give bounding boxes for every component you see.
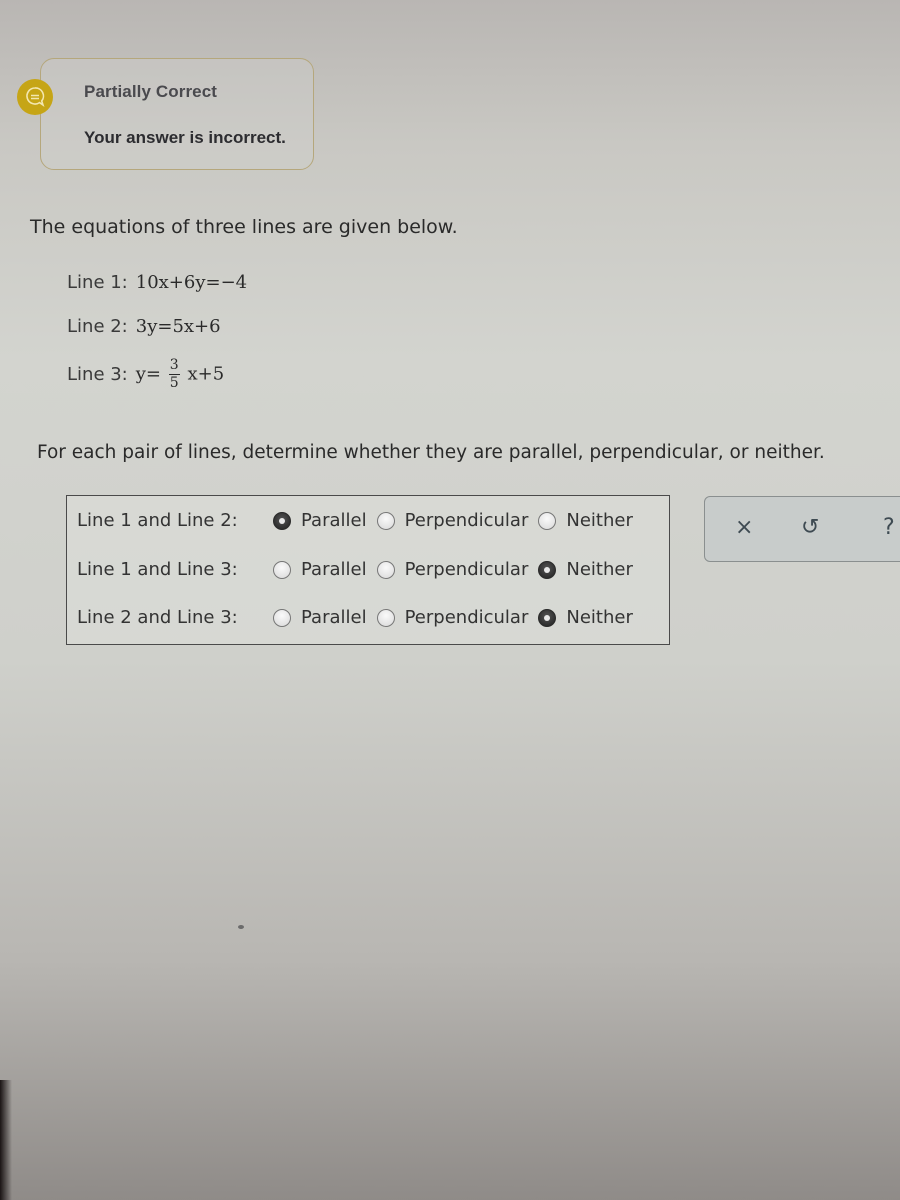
pair-label: Line 1 and Line 3: — [77, 559, 238, 580]
answer-tools: × ↺ ? — [704, 496, 900, 562]
radio-unselected[interactable] — [376, 511, 395, 530]
radio-unselected[interactable] — [376, 608, 395, 627]
pair-label: Line 2 and Line 3: — [77, 607, 238, 628]
option-parallel[interactable]: Parallel — [273, 559, 367, 580]
screen-smudge — [238, 925, 244, 929]
speech-bubble-icon — [17, 79, 53, 115]
option-label: Neither — [566, 559, 633, 580]
line-1-equation: Line 1: 10x+6y=−4 — [67, 272, 247, 293]
pair-row-1-3: Line 1 and Line 3: Parallel Perpendicular… — [77, 559, 643, 580]
option-label: Perpendicular — [404, 559, 529, 580]
radio-unselected[interactable] — [273, 608, 291, 627]
equation-lhs: y= — [135, 363, 162, 385]
option-parallel[interactable]: Parallel — [273, 510, 367, 531]
feedback-message: Your answer is incorrect. — [84, 128, 286, 147]
radio-unselected[interactable] — [273, 560, 291, 579]
radio-unselected[interactable] — [376, 560, 395, 579]
undo-button[interactable]: ↺ — [801, 515, 819, 541]
radio-unselected[interactable] — [538, 511, 557, 530]
equation: 10x+6y=−4 — [135, 272, 248, 293]
equation-rhs: x+5 — [187, 363, 225, 385]
line-label: Line 1: — [67, 272, 128, 293]
option-label: Parallel — [301, 510, 367, 531]
option-perpendicular[interactable]: Perpendicular — [376, 607, 529, 628]
instruction-text: For each pair of lines, determine whethe… — [37, 442, 825, 463]
option-neither[interactable]: Neither — [538, 510, 633, 531]
line-label: Line 2: — [67, 316, 128, 337]
radio-selected[interactable] — [273, 511, 291, 530]
option-label: Neither — [566, 607, 633, 628]
line-2-equation: Line 2: 3y=5x+6 — [67, 316, 221, 337]
option-label: Parallel — [301, 607, 367, 628]
radio-selected[interactable] — [538, 608, 557, 627]
fraction-denominator: 5 — [169, 375, 179, 391]
option-perpendicular[interactable]: Perpendicular — [376, 510, 529, 531]
pair-row-2-3: Line 2 and Line 3: Parallel Perpendicular… — [77, 607, 643, 628]
option-perpendicular[interactable]: Perpendicular — [376, 559, 529, 580]
option-neither[interactable]: Neither — [538, 607, 633, 628]
fraction: 3 5 — [168, 357, 180, 391]
option-label: Neither — [566, 510, 633, 531]
feedback-card — [40, 58, 314, 170]
help-button[interactable]: ? — [883, 515, 895, 541]
fraction-numerator: 3 — [169, 357, 179, 373]
line-3-equation: Line 3: y= 3 5 x+5 — [67, 358, 224, 391]
problem-intro: The equations of three lines are given b… — [30, 216, 458, 238]
radio-selected[interactable] — [538, 560, 557, 579]
equation: y= 3 5 x+5 — [136, 358, 224, 391]
feedback-status: Partially Correct — [84, 82, 218, 101]
answer-box: Line 1 and Line 2: Parallel Perpendicular… — [66, 495, 670, 645]
pair-row-1-2: Line 1 and Line 2: Parallel Perpendicular… — [77, 510, 643, 531]
option-parallel[interactable]: Parallel — [273, 607, 367, 628]
option-label: Parallel — [301, 559, 367, 580]
option-label: Perpendicular — [404, 607, 529, 628]
photo-edge-shadow — [0, 1080, 12, 1200]
equation: 3y=5x+6 — [135, 316, 221, 337]
clear-button[interactable]: × — [735, 515, 753, 541]
line-label: Line 3: — [67, 364, 128, 385]
pair-label: Line 1 and Line 2: — [77, 510, 238, 531]
option-label: Perpendicular — [404, 510, 529, 531]
option-neither[interactable]: Neither — [538, 559, 633, 580]
